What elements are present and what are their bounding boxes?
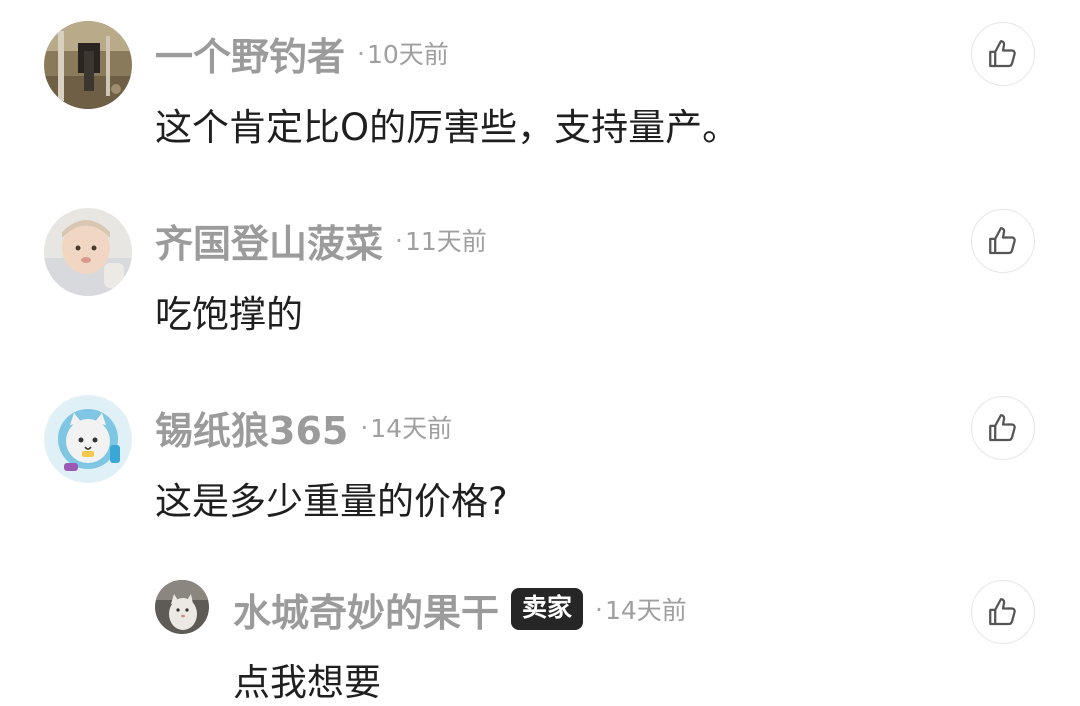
comment-header: 齐国登山菠菜 · 11天前 <box>155 216 487 266</box>
separator-dot: · <box>357 38 365 68</box>
timestamp: 10天前 <box>366 40 449 69</box>
user-avatar[interactable] <box>44 21 132 109</box>
timestamp: 14天前 <box>370 414 453 443</box>
comment-item: 一个野钓者 · 10天前 这个肯定比O的厉害些，支持量产。 <box>0 0 1080 180</box>
comment-item: 锡纸狼365 · 14天前 这是多少重量的价格? <box>0 372 1080 552</box>
comment-item: 齐国登山菠菜 · 11天前 吃饱撑的 <box>0 185 1080 365</box>
username[interactable]: 一个野钓者 <box>155 26 345 81</box>
username[interactable]: 锡纸狼365 <box>155 400 348 455</box>
comment-header: 锡纸狼365 · 14天前 <box>155 403 453 453</box>
comment-text: 这个肯定比O的厉害些，支持量产。 <box>155 106 740 149</box>
seller-badge: 卖家 <box>511 588 584 630</box>
thumbs-up-icon <box>989 227 1016 255</box>
comment-header: 水城奇妙的果干 卖家 · 14天前 <box>233 585 687 635</box>
reply-text: 点我想要 <box>233 661 381 704</box>
comment-header: 一个野钓者 · 10天前 <box>155 29 449 79</box>
thumbs-up-icon <box>989 40 1016 68</box>
separator-dot: · <box>360 412 369 442</box>
comment-text: 吃饱撑的 <box>155 293 303 336</box>
reply-item: 水城奇妙的果干 卖家 · 14天前 点我想要 <box>0 560 1080 704</box>
thumbs-up-icon <box>989 598 1016 626</box>
username[interactable]: 齐国登山菠菜 <box>155 213 383 268</box>
user-avatar[interactable] <box>44 395 132 483</box>
separator-dot: · <box>395 225 403 255</box>
like-button[interactable] <box>971 209 1035 273</box>
separator-dot: · <box>595 594 603 624</box>
like-button[interactable] <box>971 396 1035 460</box>
username[interactable]: 水城奇妙的果干 <box>233 582 499 637</box>
comment-text: 这是多少重量的价格? <box>155 480 508 523</box>
user-avatar[interactable] <box>155 580 209 634</box>
timestamp: 11天前 <box>404 227 487 256</box>
timestamp: 14天前 <box>604 596 687 625</box>
thumbs-up-icon <box>989 414 1016 442</box>
like-button[interactable] <box>971 22 1035 86</box>
user-avatar[interactable] <box>44 208 132 296</box>
like-button[interactable] <box>971 580 1035 644</box>
